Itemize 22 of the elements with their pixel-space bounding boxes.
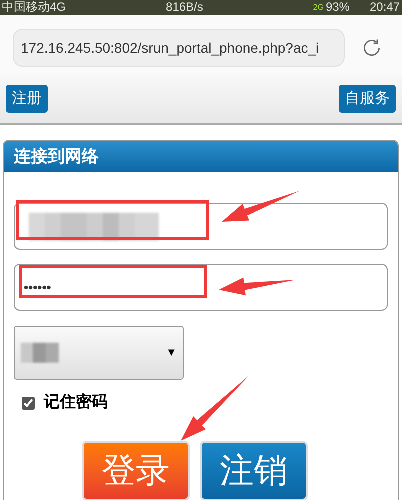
url-field[interactable]: 172.16.245.50:802/srun_portal_phone.php?ac_i (13, 29, 345, 67)
username-field[interactable] (14, 203, 388, 250)
url-text: 172.16.245.50:802/srun_portal_phone.php?ac_i (21, 38, 320, 58)
network-text: 2G (313, 2, 324, 12)
speed-text: 816B/s (166, 1, 204, 14)
caret-icon: ▼ (166, 344, 177, 362)
password-field[interactable]: •••••• (14, 264, 388, 311)
select-dropdown[interactable]: ▼ (14, 326, 184, 380)
remember-label: 记住密码 (44, 392, 108, 413)
annotation-arrow (181, 375, 250, 441)
remember-checkbox[interactable] (22, 396, 35, 410)
password-dots: •••••• (24, 278, 52, 297)
blurred-text (21, 343, 59, 363)
carrier-text: 中国移动4G (2, 1, 66, 14)
panel-title: 连接到网络 (14, 146, 99, 168)
battery-text: 93% (326, 1, 350, 14)
logout-button[interactable]: 注销 (200, 441, 308, 500)
login-button[interactable]: 登录 (82, 441, 190, 500)
reload-icon[interactable] (361, 37, 383, 59)
time-text: 20:47 (370, 1, 400, 14)
self-service-button[interactable]: 自服务 (339, 85, 396, 113)
register-button[interactable]: 注册 (6, 85, 48, 113)
